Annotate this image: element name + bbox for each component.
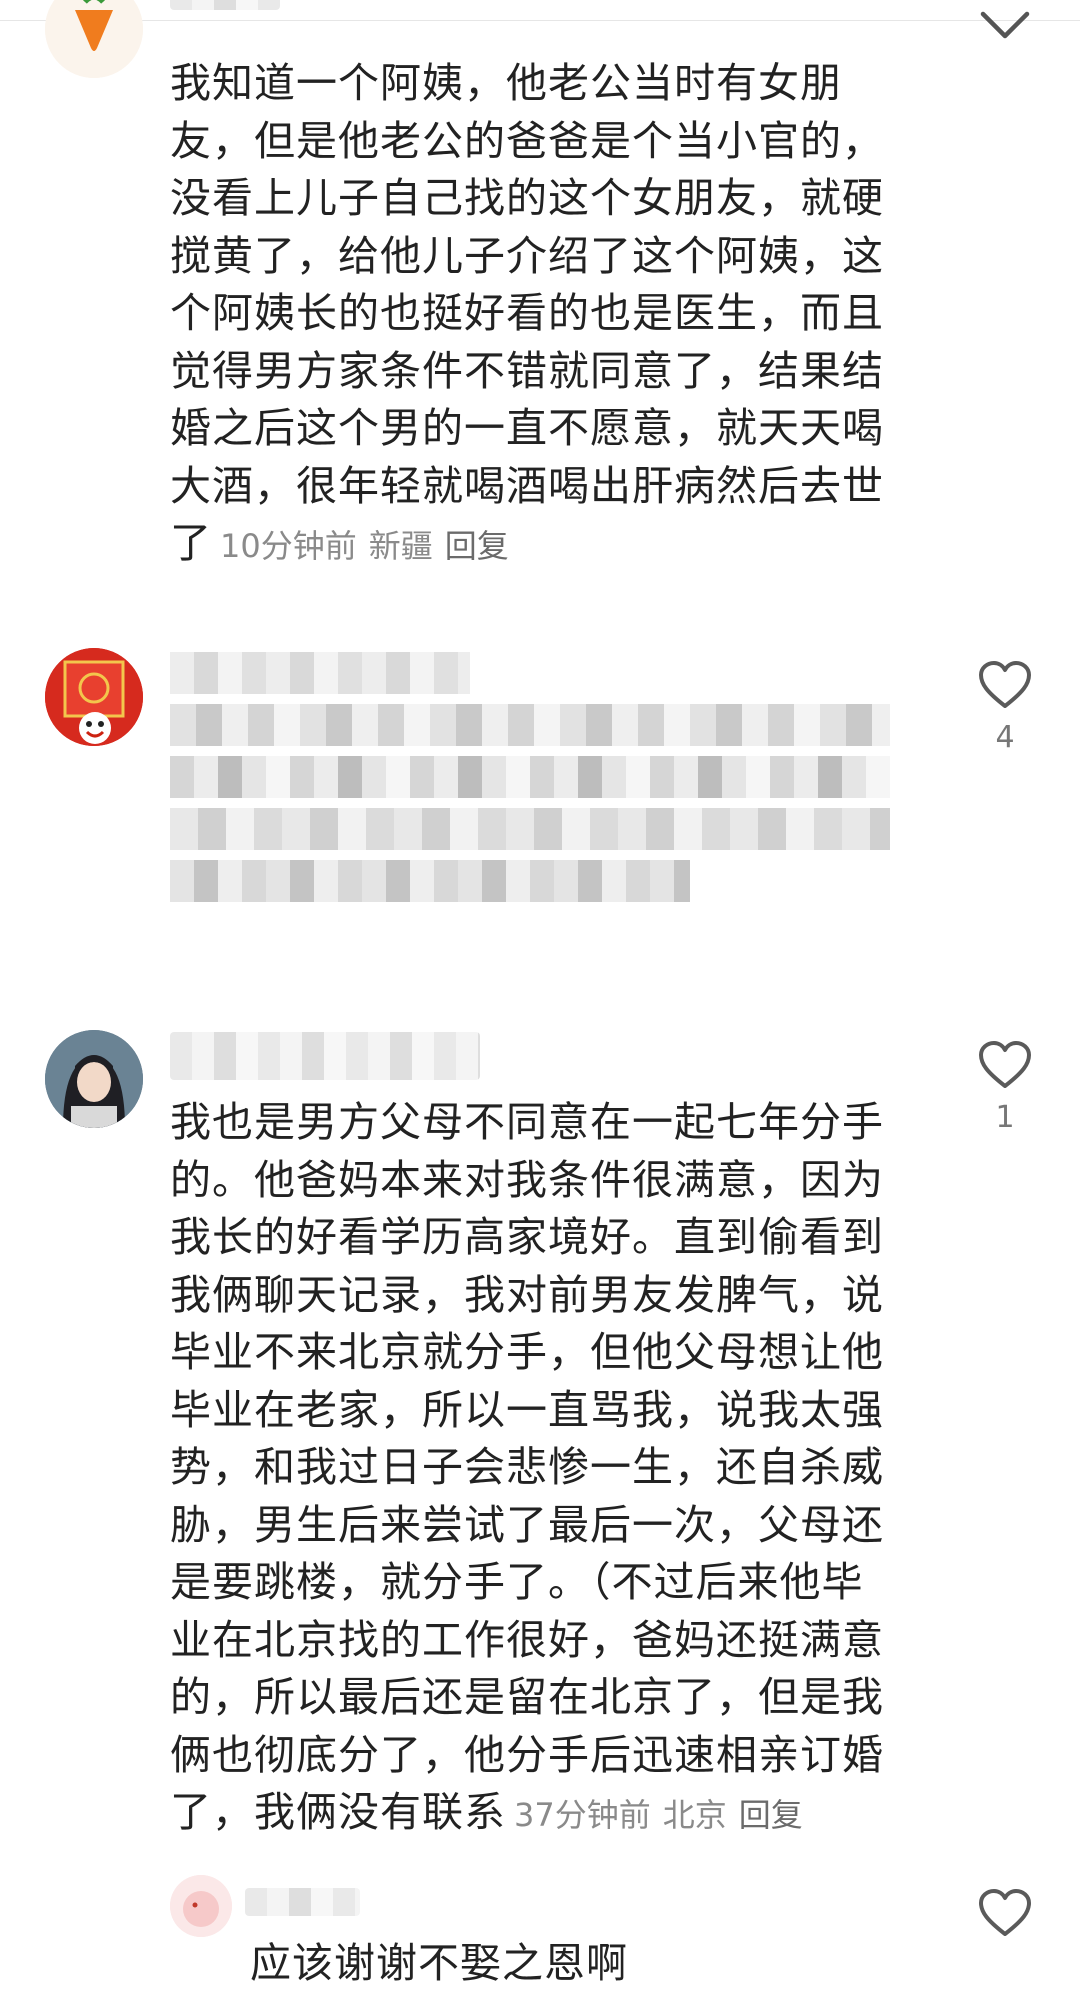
comment-text: 我也是男方父母不同意在一起七年分手的。他爸妈本来对我条件很满意，因为我长的好看学…	[170, 1094, 890, 1845]
like-button[interactable]: 1	[975, 1040, 1035, 1135]
comment-time: 37分钟前	[514, 1796, 651, 1834]
blurred-username	[170, 652, 470, 694]
comment-body: 应该谢谢不娶之恩啊	[250, 1939, 628, 1987]
avatar[interactable]	[45, 648, 143, 746]
reply-button[interactable]: 回复	[739, 1796, 803, 1834]
username[interactable]	[170, 0, 280, 10]
chevron-down-icon	[980, 11, 1030, 39]
comment-location: 新疆	[368, 527, 433, 565]
username[interactable]	[170, 1032, 480, 1080]
comment-meta: 37分钟前 北京 回复	[514, 1796, 815, 1834]
username[interactable]	[245, 1888, 360, 1916]
blurred-comment-content	[170, 652, 890, 902]
comment-text: 我知道一个阿姨，他老公当时有女朋友，但是他老公的爸爸是个当小官的，没看上儿子自己…	[170, 55, 890, 576]
top-divider	[0, 20, 1080, 21]
comment-location: 北京	[662, 1796, 727, 1834]
comment-body: 我知道一个阿姨，他老公当时有女朋友，但是他老公的爸爸是个当小官的，没看上儿子自己…	[170, 59, 884, 567]
like-button[interactable]: 4	[975, 660, 1035, 755]
like-count: 1	[995, 1100, 1015, 1135]
heart-outline-icon	[979, 661, 1031, 708]
girl-avatar-icon	[45, 1030, 143, 1128]
blurred-line	[170, 860, 690, 902]
collapse-button[interactable]	[975, 0, 1035, 48]
avatar[interactable]	[45, 0, 143, 78]
dino-avatar-icon	[170, 1875, 232, 1937]
heart-outline-icon	[979, 1041, 1031, 1088]
like-count: 4	[995, 720, 1015, 755]
comment-text: 应该谢谢不娶之恩啊	[250, 1935, 850, 1993]
carrot-avatar-icon	[45, 0, 143, 78]
blurred-line	[170, 704, 890, 746]
avatar[interactable]	[170, 1875, 232, 1937]
blurred-line	[170, 756, 890, 798]
like-button[interactable]	[975, 1888, 1035, 1938]
fortune-avatar-icon	[45, 648, 143, 746]
comment-body: 我也是男方父母不同意在一起七年分手的。他爸妈本来对我条件很满意，因为我长的好看学…	[170, 1098, 884, 1836]
reply-button[interactable]: 回复	[445, 527, 509, 565]
heart-outline-icon	[979, 1889, 1031, 1936]
comment-meta: 10分钟前 新疆 回复	[220, 527, 521, 565]
blurred-line	[170, 808, 890, 850]
avatar[interactable]	[45, 1030, 143, 1128]
comment-time: 10分钟前	[220, 527, 357, 565]
